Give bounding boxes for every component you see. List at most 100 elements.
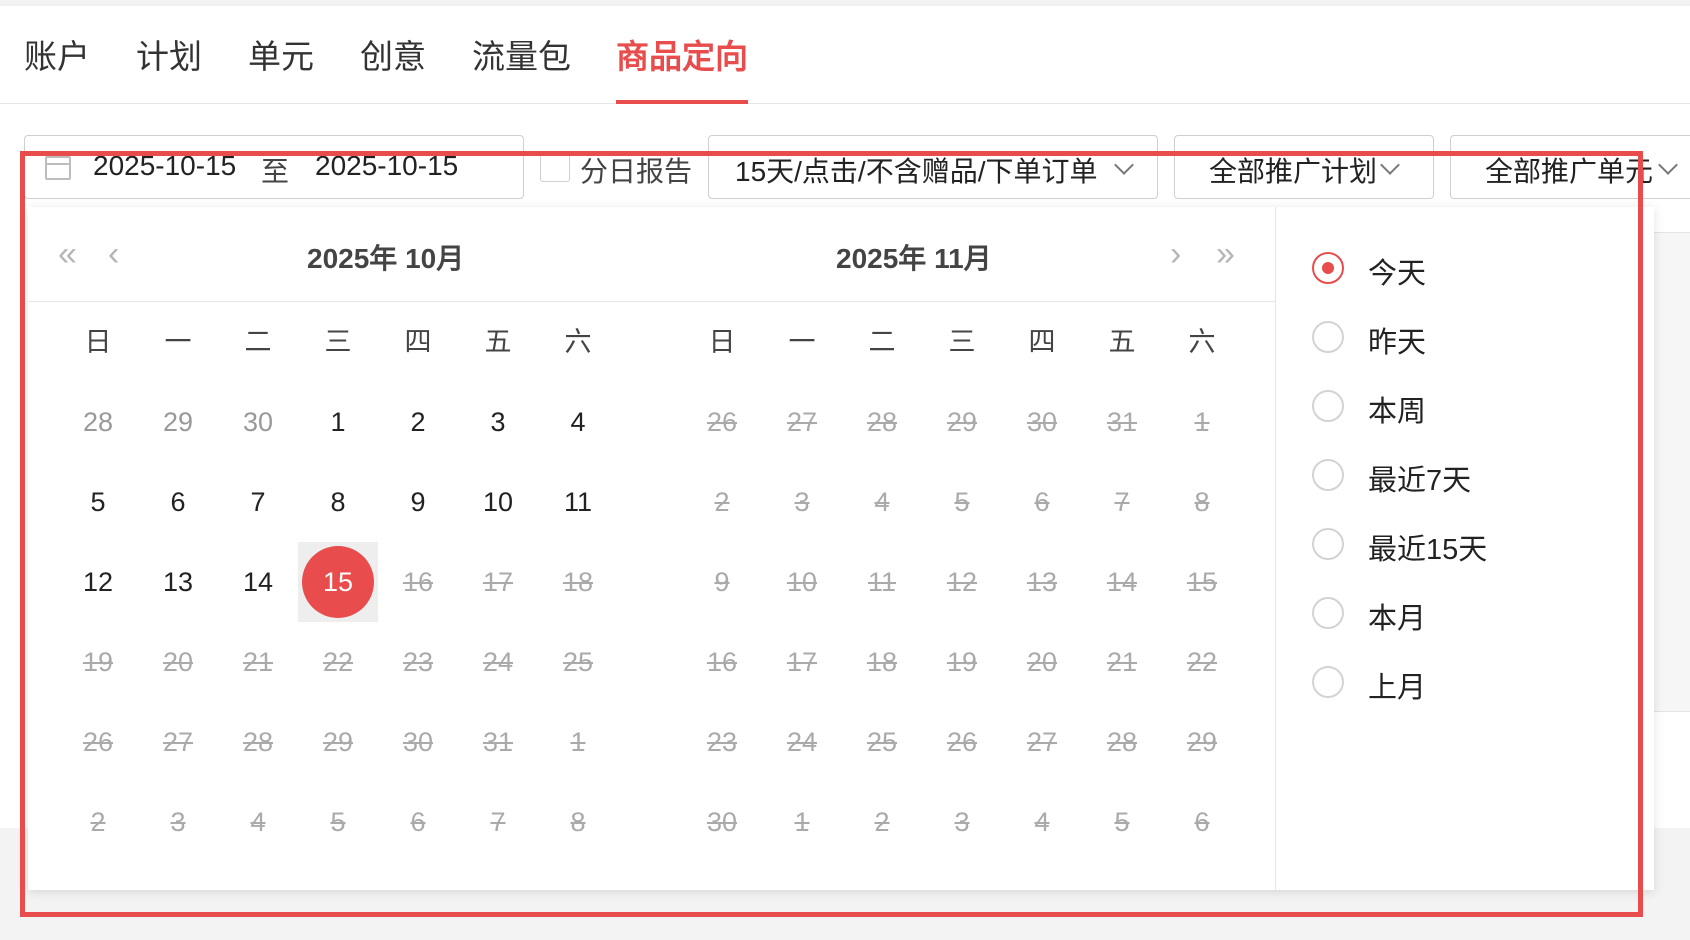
quick-range-label: 上月	[1368, 672, 1427, 704]
calendar-day: 27	[786, 407, 818, 437]
calendar-day: 5	[330, 807, 346, 837]
calendar-day: 29	[946, 407, 978, 437]
chevron-down-icon	[1380, 155, 1400, 175]
calendar-day: 28	[866, 407, 898, 437]
weekday-header: 二	[244, 327, 272, 357]
radio-icon[interactable]	[1312, 666, 1344, 698]
calendar-day[interactable]: 7	[218, 462, 298, 542]
calendar-day[interactable]: 14	[218, 542, 298, 622]
quick-range-label: 本月	[1368, 603, 1427, 635]
calendar-day-selected[interactable]: 15	[298, 542, 378, 622]
calendar-day: 5	[954, 487, 970, 517]
picker-header: « ‹ 2025年 10月 2025年 11月 › »	[28, 207, 1276, 302]
tab-traffic-pack[interactable]: 流量包	[472, 30, 571, 104]
quick-range-label: 最近15天	[1368, 534, 1488, 566]
attribution-select[interactable]: 15天/点击/不含赠品/下单订单	[708, 135, 1158, 199]
date-separator: 至	[261, 156, 290, 187]
quick-range-label: 今天	[1368, 258, 1427, 290]
tab-product-targeting[interactable]: 商品定向	[616, 30, 748, 104]
calendar-day: 20	[1026, 647, 1058, 677]
plan-select[interactable]: 全部推广计划	[1174, 135, 1434, 199]
radio-icon[interactable]	[1312, 390, 1344, 422]
weekday-header: 四	[404, 327, 432, 357]
calendar-day: 8	[570, 807, 586, 837]
calendar-day: 4	[250, 807, 266, 837]
calendar-day: 29	[1186, 727, 1218, 757]
tab-creative[interactable]: 创意	[360, 30, 426, 104]
calendar-day[interactable]: 4	[538, 382, 618, 462]
prev-month-icon[interactable]: ‹	[108, 237, 119, 271]
unit-select-value: 全部推广单元	[1485, 156, 1654, 187]
calendar-day: 5	[1114, 807, 1130, 837]
calendar-day: 1	[794, 807, 810, 837]
quick-range-label: 最近7天	[1368, 465, 1472, 497]
calendar-day: 18	[562, 567, 594, 597]
calendar-day: 4	[1034, 807, 1050, 837]
calendar-day: 25	[866, 727, 898, 757]
calendar-day: 23	[402, 647, 434, 677]
calendar-day[interactable]: 10	[458, 462, 538, 542]
calendar-day: 3	[170, 807, 186, 837]
tab-plan[interactable]: 计划	[136, 30, 202, 104]
calendar-day: 28	[1106, 727, 1138, 757]
calendar-day: 6	[410, 807, 426, 837]
calendar-day[interactable]: 28	[58, 382, 138, 462]
calendar-day: 18	[866, 647, 898, 677]
calendar-day: 31	[482, 727, 514, 757]
calendar-day[interactable]: 6	[138, 462, 218, 542]
quick-range-list: 今天 昨天 本周 最近7天 最近15天 本月 上月	[1276, 207, 1654, 890]
radio-icon[interactable]	[1312, 321, 1344, 353]
calendar-day: 13	[1026, 567, 1058, 597]
chevron-down-icon	[1658, 155, 1678, 175]
next-month-icon[interactable]: ›	[1170, 237, 1181, 271]
calendar-day: 30	[1026, 407, 1058, 437]
calendar-day: 4	[874, 487, 890, 517]
calendar-day[interactable]: 5	[58, 462, 138, 542]
calendar-day[interactable]: 1	[298, 382, 378, 462]
calendar-day: 21	[242, 647, 274, 677]
date-range-input[interactable]: 2025-10-15 至 2025-10-15	[24, 135, 524, 199]
calendar-day[interactable]: 13	[138, 542, 218, 622]
calendar-day: 19	[946, 647, 978, 677]
calendar-day[interactable]: 29	[138, 382, 218, 462]
calendar-day: 21	[1106, 647, 1138, 677]
weekday-header: 日	[84, 327, 112, 357]
radio-icon[interactable]	[1312, 597, 1344, 629]
radio-icon[interactable]	[1312, 528, 1344, 560]
calendar-day: 17	[482, 567, 514, 597]
calendar-day: 22	[322, 647, 354, 677]
calendar-day: 26	[706, 407, 738, 437]
weekday-header: 六	[1188, 327, 1216, 357]
quick-range-label: 昨天	[1368, 327, 1427, 359]
weekday-header: 四	[1028, 327, 1056, 357]
prev-year-icon[interactable]: «	[58, 237, 77, 271]
calendar-day: 8	[1194, 487, 1210, 517]
calendar-day[interactable]: 8	[298, 462, 378, 542]
weekday-header: 二	[868, 327, 896, 357]
calendar-day: 7	[490, 807, 506, 837]
calendar-day: 28	[242, 727, 274, 757]
calendar-day: 6	[1194, 807, 1210, 837]
weekday-header: 五	[1108, 327, 1136, 357]
weekday-header: 一	[788, 327, 816, 357]
tab-account[interactable]: 账户	[24, 30, 90, 104]
left-month-title: 2025年 10月	[307, 243, 465, 274]
calendar-day[interactable]: 3	[458, 382, 538, 462]
calendar-day: 3	[794, 487, 810, 517]
tab-bar: 账户 计划 单元 创意 流量包 商品定向	[0, 6, 1690, 104]
calendar-day[interactable]: 30	[218, 382, 298, 462]
calendar-day: 14	[1106, 567, 1138, 597]
calendar-day[interactable]: 9	[378, 462, 458, 542]
radio-checked-icon[interactable]	[1312, 252, 1344, 284]
next-year-icon[interactable]: »	[1216, 237, 1235, 271]
checkbox-box[interactable]	[540, 152, 570, 182]
unit-select[interactable]: 全部推广单元	[1450, 135, 1690, 199]
tab-unit[interactable]: 单元	[248, 30, 314, 104]
calendar-day[interactable]: 12	[58, 542, 138, 622]
radio-icon[interactable]	[1312, 459, 1344, 491]
calendar-day: 12	[946, 567, 978, 597]
calendar-day[interactable]: 2	[378, 382, 458, 462]
calendar-day: 24	[482, 647, 514, 677]
calendar-day[interactable]: 11	[538, 462, 618, 542]
calendar-day: 16	[706, 647, 738, 677]
